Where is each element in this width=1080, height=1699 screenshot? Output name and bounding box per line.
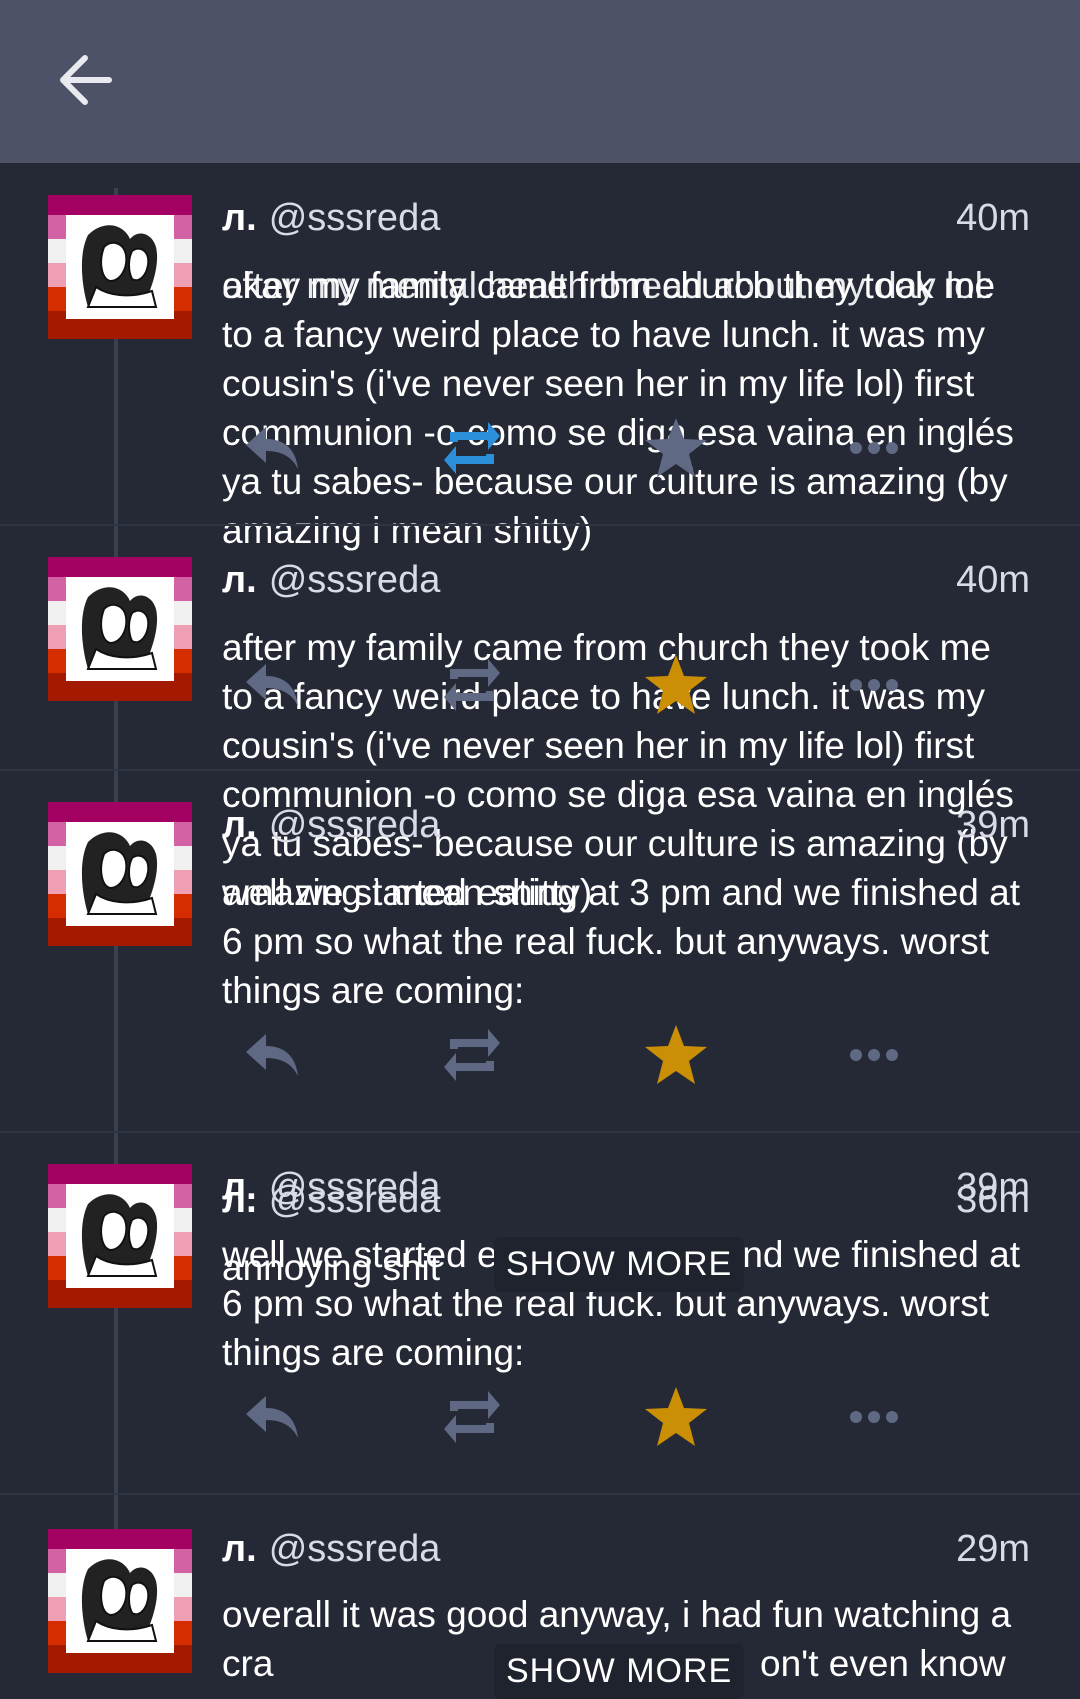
boost-button[interactable] — [432, 1015, 512, 1095]
status-author[interactable]: л. @sssreda — [222, 1528, 440, 1571]
display-name: л. — [222, 559, 257, 601]
avatar[interactable] — [48, 195, 192, 339]
back-button[interactable] — [40, 40, 130, 120]
more-horizontal-icon — [850, 1049, 898, 1061]
status-actions — [232, 408, 912, 488]
status-time[interactable]: 36m — [956, 1179, 1030, 1222]
reply-button[interactable] — [232, 408, 312, 488]
arrow-left-icon — [60, 55, 112, 105]
status-author[interactable]: л. @sssreda — [222, 1179, 440, 1222]
account-handle: @sssreda — [268, 804, 441, 846]
status-author[interactable]: л. @sssreda — [222, 559, 440, 602]
reply-icon — [246, 1034, 298, 1076]
favourite-button[interactable] — [636, 1015, 716, 1095]
boost-button[interactable] — [432, 1377, 512, 1457]
status-author[interactable]: л. @sssreda — [222, 197, 440, 240]
divider — [0, 1493, 1080, 1495]
status-time[interactable]: 40m — [956, 559, 1030, 602]
display-name: л. — [222, 804, 257, 846]
boost-button[interactable] — [432, 408, 512, 488]
avatar[interactable] — [48, 802, 192, 946]
account-handle: @sssreda — [268, 1179, 441, 1221]
top-app-bar — [0, 0, 1080, 163]
more-horizontal-icon — [850, 442, 898, 454]
reply-button[interactable] — [232, 1015, 312, 1095]
avatar-image — [48, 557, 192, 701]
account-handle: @sssreda — [268, 1528, 441, 1570]
status-time[interactable]: 40m — [956, 197, 1030, 240]
avatar-image — [48, 1164, 192, 1308]
display-name: л. — [222, 197, 257, 239]
show-more-button[interactable]: SHOW MORE — [494, 1237, 745, 1292]
more-button[interactable] — [834, 408, 914, 488]
status-actions — [232, 1377, 912, 1457]
reply-icon — [246, 427, 298, 469]
status-content-fragment: on't even know — [760, 1643, 1006, 1684]
thread-timeline: л. @sssreda 40m after my mental health th… — [0, 163, 1080, 1699]
star-icon — [645, 655, 707, 714]
more-horizontal-icon — [850, 1411, 898, 1423]
boost-icon — [444, 1029, 500, 1081]
boost-icon — [444, 422, 500, 474]
display-name: л. — [222, 1528, 257, 1570]
avatar[interactable] — [48, 557, 192, 701]
avatar-image — [48, 1529, 192, 1673]
more-horizontal-icon — [850, 679, 898, 691]
boost-button[interactable] — [432, 645, 512, 725]
avatar-image — [48, 802, 192, 946]
status-actions — [232, 1015, 912, 1095]
star-icon — [645, 418, 707, 477]
show-more-button[interactable]: SHOW MORE — [494, 1644, 745, 1699]
boost-icon — [444, 1391, 500, 1443]
favourite-button[interactable] — [636, 645, 716, 725]
divider — [0, 524, 1080, 526]
avatar[interactable] — [48, 1164, 192, 1308]
boost-icon — [444, 659, 500, 711]
favourite-button[interactable] — [636, 1377, 716, 1457]
status-author[interactable]: л. @sssreda — [222, 804, 440, 847]
favourite-button[interactable] — [636, 408, 716, 488]
divider — [0, 1131, 1080, 1133]
reply-icon — [246, 1396, 298, 1438]
reply-button[interactable] — [232, 645, 312, 725]
more-button[interactable] — [834, 645, 914, 725]
account-handle: @sssreda — [268, 197, 441, 239]
status-content: well we started eating at 3 pm and we fi… — [222, 872, 1021, 1011]
reply-icon — [246, 664, 298, 706]
avatar-image — [48, 195, 192, 339]
star-icon — [645, 1387, 707, 1446]
account-handle: @sssreda — [268, 559, 441, 601]
more-button[interactable] — [834, 1015, 914, 1095]
more-button[interactable] — [834, 1377, 914, 1457]
reply-button[interactable] — [232, 1377, 312, 1457]
avatar[interactable] — [48, 1529, 192, 1673]
status-actions — [232, 645, 912, 725]
status-time[interactable]: 29m — [956, 1528, 1030, 1571]
star-icon — [645, 1025, 707, 1084]
divider — [0, 769, 1080, 771]
status-time[interactable]: 39m — [956, 804, 1030, 847]
display-name: л. — [222, 1179, 257, 1221]
